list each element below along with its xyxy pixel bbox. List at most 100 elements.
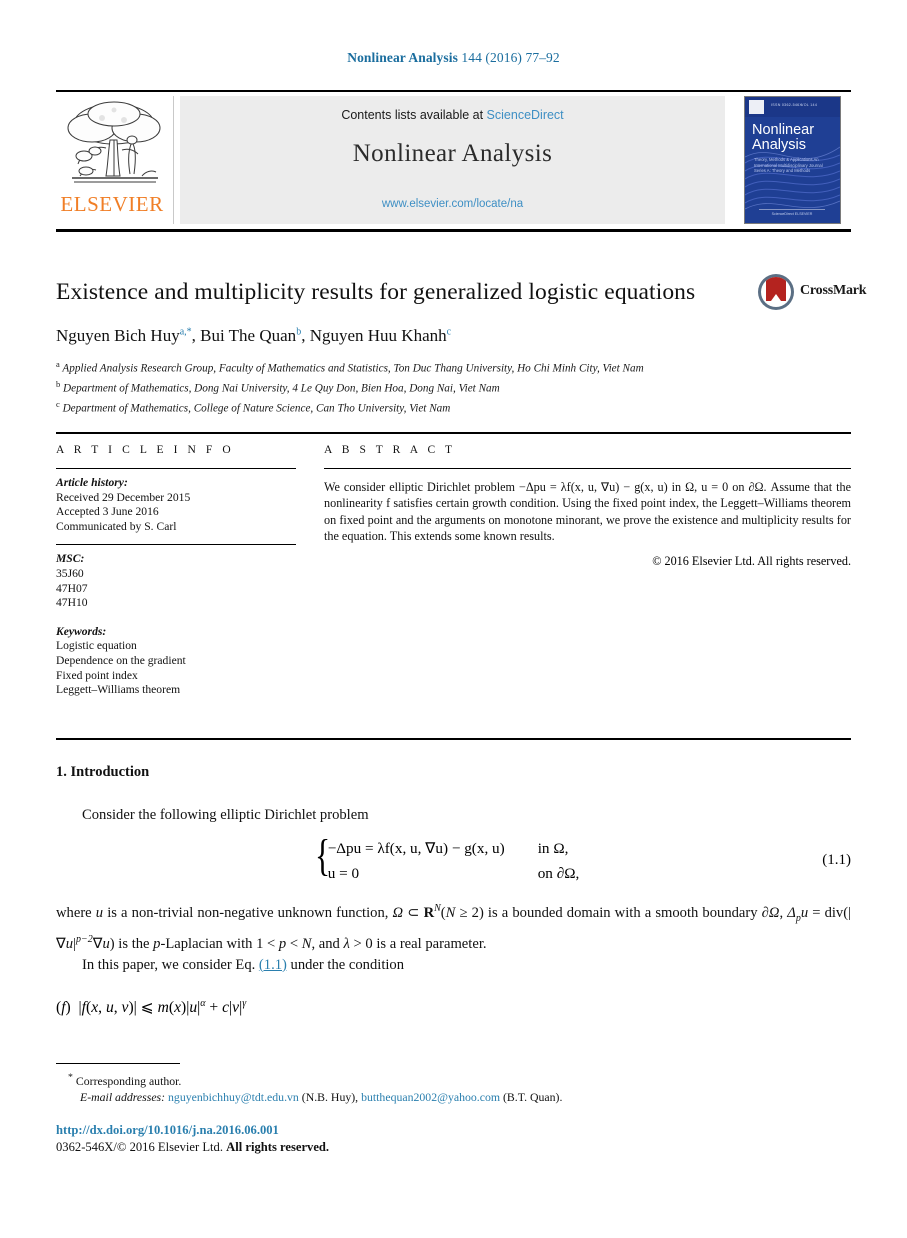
issn-copyright-line: 0362-546X/© 2016 Elsevier Ltd. All right… [56, 1139, 851, 1156]
article-history-received: Received 29 December 2015 [56, 490, 191, 504]
article-history-label: Article history: [56, 476, 128, 489]
cover-top-text-1: ISSN 0362-546X [771, 103, 803, 107]
cover-top-text-2: VOL 144 [801, 103, 818, 107]
masthead-center-panel: Contents lists available at ScienceDirec… [180, 96, 725, 224]
equation-line-1: −Δpu = λf(x, u, ∇u) − g(x, u) in Ω, [328, 836, 580, 861]
email-owner-1: (N.B. Huy), [301, 1090, 359, 1105]
elsevier-wordmark: ELSEVIER [60, 192, 164, 216]
section-heading-introduction: 1. Introduction [56, 764, 150, 780]
running-head-journal: Nonlinear Analysis [347, 50, 458, 65]
footnote-rule [56, 1063, 180, 1064]
email-link-2[interactable]: butthequan2002@yahoo.com [361, 1090, 500, 1104]
equation-1-1-block: { −Δpu = λf(x, u, ∇u) − g(x, u) in Ω, u =… [56, 831, 851, 890]
article-info-rule [56, 468, 296, 469]
abstract-heading: A B S T R A C T [324, 444, 456, 456]
cover-elsevier-mark [749, 100, 764, 114]
crossmark-icon-inner [761, 277, 791, 307]
page-title: Existence and multiplicity results for g… [56, 279, 696, 305]
author-list: Nguyen Bich Huya,*, Bui The Quanb, Nguye… [56, 326, 452, 345]
running-head-volume: 144 (2016) 77–92 [457, 50, 560, 65]
divider-above-info [56, 432, 851, 434]
affiliation-c: c Department of Mathematics, College of … [56, 397, 851, 416]
keyword-3: Fixed point index [56, 668, 138, 682]
affiliation-b-text: Department of Mathematics, Dong Nai Univ… [63, 382, 500, 395]
author-affil-mark-c: c [446, 326, 452, 338]
keywords-label: Keywords: [56, 624, 107, 638]
paragraph-in-this-paper: In this paper, we consider Eq. (1.1) und… [56, 955, 851, 976]
equation-brace: { [314, 831, 330, 880]
paper-page: Nonlinear Analysis 144 (2016) 77–92 ELSE… [0, 0, 907, 1238]
masthead-journal-title: Nonlinear Analysis [352, 140, 553, 167]
article-info-heading: A R T I C L E I N F O [56, 444, 235, 456]
journal-homepage-link[interactable]: www.elsevier.com/locate/na [180, 198, 725, 210]
elsevier-tree-icon [62, 98, 167, 190]
msc-label: MSC: [56, 552, 85, 566]
article-history-group: Article history: Received 29 December 20… [56, 476, 296, 534]
footnote-area: * Corresponding author. E-mail addresses… [56, 1070, 851, 1106]
journal-cover-thumbnail[interactable]: ISSN 0362-546X VOL 144 Nonlinear Analysi… [744, 96, 841, 224]
affiliation-b: b Department of Mathematics, Dong Nai Un… [56, 377, 851, 396]
crossmark-icon [758, 274, 794, 310]
keyword-4: Leggett–Williams theorem [56, 683, 181, 697]
article-history-accepted: Accepted 3 June 2016 [56, 505, 159, 519]
equation-line-2-cond: on ∂Ω, [537, 865, 580, 882]
affiliation-list: a Applied Analysis Research Group, Facul… [56, 357, 851, 417]
paragraph-in-this-paper-post: under the condition [286, 956, 405, 973]
footnote-star-mark: * [68, 1072, 73, 1083]
crossmark-icon-notch [771, 294, 781, 301]
equation-line-2-lhs: u = 0 [327, 865, 360, 882]
crossmark-label: CrossMark [800, 283, 867, 298]
msc-code-2: 47H07 [56, 581, 88, 595]
issn-rights: All rights reserved. [226, 1140, 330, 1154]
cover-subtitle: Theory, Methods & Applications An Intern… [754, 157, 823, 174]
contents-prefix: Contents lists available at [341, 108, 487, 122]
msc-code-1: 35J60 [56, 566, 84, 580]
doi-link[interactable]: http://dx.doi.org/10.1016/j.na.2016.06.0… [56, 1122, 851, 1139]
msc-code-3: 47H10 [56, 596, 88, 610]
equation-reference-link[interactable]: (1.1) [259, 957, 287, 973]
affiliation-c-text: Department of Mathematics, College of Na… [62, 403, 451, 416]
title-block: Existence and multiplicity results for g… [56, 274, 867, 418]
affiliation-a: a Applied Analysis Research Group, Facul… [56, 357, 851, 376]
affiliation-mark-c: c [56, 399, 60, 410]
equation-line-2: u = 0 on ∂Ω, [328, 861, 580, 886]
email-addresses-label: E-mail addresses: [80, 1090, 166, 1105]
keyword-2: Dependence on the gradient [56, 653, 186, 667]
journal-masthead: ELSEVIER Contents lists available at Sci… [56, 90, 851, 232]
footnote-corresponding-author: * Corresponding author. [56, 1070, 851, 1089]
footnote-emails: E-mail addresses: nguyenbichhuy@tdt.edu.… [56, 1089, 851, 1106]
equation-1-1-number: (1.1) [822, 852, 851, 868]
equation-1-1-content: { −Δpu = λf(x, u, ∇u) − g(x, u) in Ω, u =… [56, 831, 851, 886]
article-body: 1. Introduction Consider the following e… [56, 764, 851, 1017]
abstract-copyright: © 2016 Elsevier Ltd. All rights reserved… [652, 553, 851, 568]
crossmark-badge[interactable]: CrossMark [758, 272, 867, 314]
sciencedirect-link[interactable]: ScienceDirect [487, 108, 564, 122]
equation-line-1-cond: in Ω, [537, 840, 569, 857]
elsevier-logo: ELSEVIER [56, 96, 174, 224]
equation-line-1-lhs: −Δpu = λf(x, u, ∇u) − g(x, u) [327, 840, 505, 857]
masthead-top-rule [56, 90, 851, 92]
msc-group: MSC: 35J60 47H07 47H10 [56, 552, 296, 610]
abstract-text: We consider elliptic Dirichlet problem −… [324, 480, 851, 544]
email-owner-2: (B.T. Quan). [503, 1090, 563, 1105]
cover-title-line1: Nonlinear [752, 122, 815, 138]
cover-footer: ScienceDirect ELSEVIER [759, 209, 825, 216]
paragraph-consider: Consider the following elliptic Dirichle… [82, 807, 369, 823]
abstract-column: A B S T R A C T We consider elliptic Dir… [324, 444, 851, 569]
affiliation-a-text: Applied Analysis Research Group, Faculty… [62, 362, 644, 375]
masthead-bottom-rule [56, 229, 851, 232]
article-info-separator [56, 544, 296, 546]
cover-title: Nonlinear Analysis [752, 123, 836, 153]
article-history-communicated: Communicated by S. Carl [56, 519, 177, 533]
affiliation-mark-b: b [56, 379, 61, 390]
keywords-group: Keywords: Logistic equation Dependence o… [56, 625, 296, 698]
abstract-rule [324, 468, 851, 469]
divider-above-body [56, 738, 851, 740]
condition-f-line: (f) |f(x, u, v)| ⩽ m(x)|u|α + c|v|γ [56, 997, 247, 1016]
cover-title-line2: Analysis [752, 137, 806, 153]
issn-prefix: 0362-546X/© 2016 Elsevier Ltd. [56, 1140, 227, 1154]
email-link-1[interactable]: nguyenbichhuy@tdt.edu.vn [168, 1090, 299, 1104]
paragraph-in-this-paper-pre: In this paper, we consider Eq. [82, 956, 259, 973]
article-info-column: A R T I C L E I N F O Article history: R… [56, 444, 296, 698]
author-affil-mark-a: a, [179, 326, 187, 338]
